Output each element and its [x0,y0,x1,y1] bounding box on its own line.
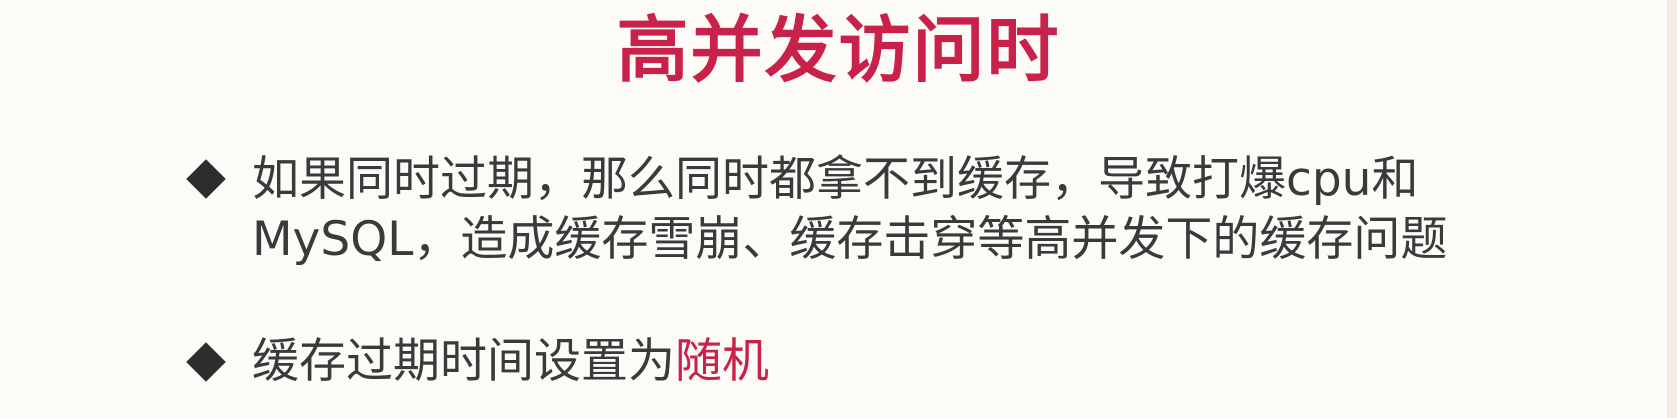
bullet-item-1: 如果同时过期，那么同时都拿不到缓存，导致打爆cpu和 MySQL，造成缓存雪崩、… [186,150,1658,270]
slide: 高并发访问时 如果同时过期，那么同时都拿不到缓存，导致打爆cpu和 MySQL，… [0,0,1677,418]
bullet-text-1: 如果同时过期，那么同时都拿不到缓存，导致打爆cpu和 MySQL，造成缓存雪崩、… [252,150,1658,270]
diamond-bullet-icon [186,159,226,199]
bullet-2-highlight: 随机 [675,334,769,389]
slide-title: 高并发访问时 [616,8,1061,92]
bullet-line-1: 如果同时过期，那么同时都拿不到缓存，导致打爆cpu和 [252,152,1419,207]
bullet-line-2: MySQL，造成缓存雪崩、缓存击穿等高并发下的缓存问题 [252,212,1448,267]
bullet-text-2: 缓存过期时间设置为随机 [252,332,1658,392]
diamond-bullet-icon [186,342,226,382]
bullet-item-2: 缓存过期时间设置为随机 [186,332,1658,392]
bullet-2-text: 缓存过期时间设置为 [252,334,675,389]
